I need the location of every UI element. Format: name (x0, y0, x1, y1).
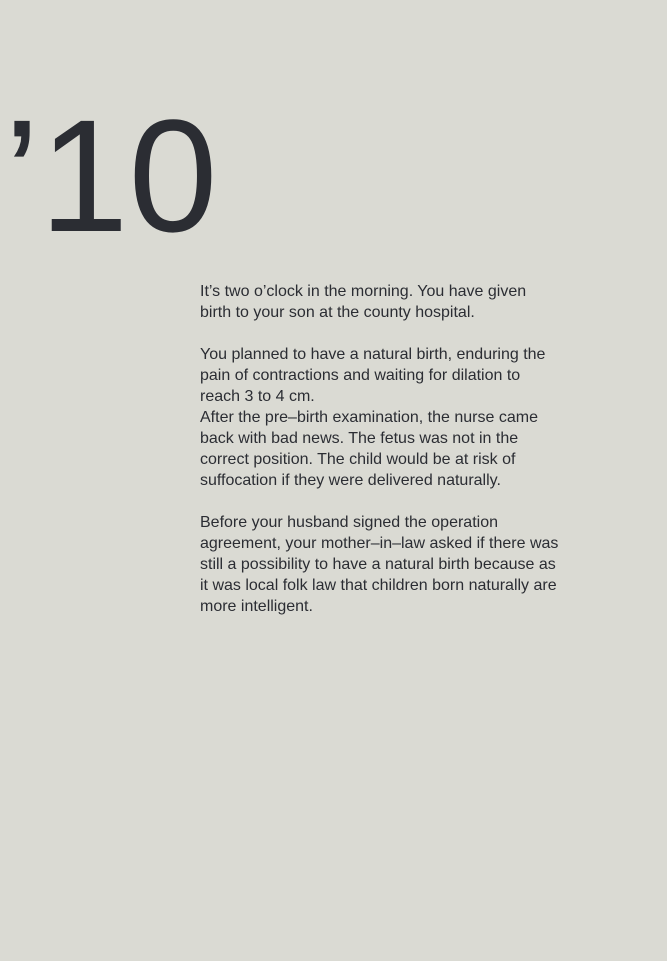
paragraph-4: Before your husband signed the operation… (200, 514, 559, 615)
paragraph-2: You planned to have a natural birth, end… (200, 346, 546, 405)
paragraph-3: After the pre–birth examination, the nur… (200, 409, 538, 489)
story-text: It’s two o’clock in the morning. You hav… (200, 281, 590, 617)
year-heading: ’10 (4, 86, 218, 265)
paragraph-1: It’s two o’clock in the morning. You hav… (200, 283, 527, 321)
